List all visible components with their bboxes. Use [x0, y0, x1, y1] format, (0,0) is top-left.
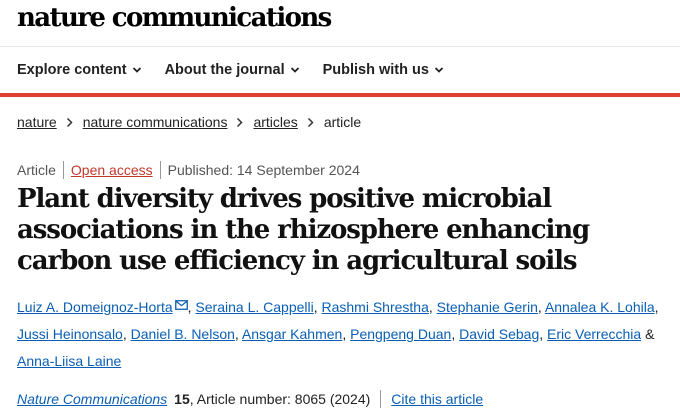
- article-type: Article: [17, 162, 56, 178]
- breadcrumb-current: article: [323, 114, 362, 130]
- meta-divider: [62, 161, 64, 179]
- nav-item-label: Explore content: [17, 62, 127, 78]
- author-link[interactable]: Eric Verrecchia: [547, 326, 641, 342]
- author-link[interactable]: Daniel B. Nelson: [131, 326, 235, 342]
- chevron-right-icon: [66, 117, 73, 127]
- published-date: Published: 14 September 2024: [167, 162, 360, 178]
- chevron-down-icon: [434, 67, 444, 73]
- author-link[interactable]: Annalea K. Lohila: [545, 299, 655, 315]
- author-list: Luiz A. Domeignoz-Horta, Seraina L. Capp…: [17, 299, 659, 369]
- article-title: Plant diversity drives positive microbia…: [17, 184, 590, 276]
- author-link[interactable]: Seraina L. Cappelli: [195, 299, 313, 315]
- author-link[interactable]: Ansgar Kahmen: [242, 326, 342, 342]
- chevron-right-icon: [307, 117, 314, 127]
- header-divider: [0, 46, 680, 47]
- open-access-link[interactable]: Open access: [71, 162, 153, 178]
- article-meta: Article Open access Published: 14 Septem…: [17, 161, 360, 179]
- main-nav: Explore content About the journal Publis…: [17, 59, 444, 81]
- meta-divider: [159, 161, 161, 179]
- author-link[interactable]: Anna-Liisa Laine: [17, 353, 121, 369]
- author-link[interactable]: Jussi Heinonsalo: [17, 326, 123, 342]
- email-icon[interactable]: [174, 300, 188, 310]
- author-link[interactable]: Luiz A. Domeignoz-Horta: [17, 299, 173, 315]
- volume-number: 15: [174, 391, 190, 407]
- site-header: nature communications: [0, 0, 680, 46]
- nav-explore-content[interactable]: Explore content: [17, 59, 142, 81]
- nav-item-label: Publish with us: [322, 62, 429, 78]
- article-number: , Article number: 8065 (2024): [189, 391, 371, 407]
- chevron-right-icon: [237, 117, 244, 127]
- nav-item-label: About the journal: [164, 62, 285, 78]
- breadcrumb-nature-communications[interactable]: nature communications: [83, 114, 228, 130]
- author-link[interactable]: David Sebag: [459, 326, 539, 342]
- citation-line: Nature Communications 15 , Article numbe…: [17, 390, 483, 408]
- breadcrumb-articles[interactable]: articles: [253, 114, 297, 130]
- nav-publish-with-us[interactable]: Publish with us: [323, 59, 444, 81]
- citation-divider: [380, 390, 382, 408]
- breadcrumb: nature nature communications articles ar…: [17, 114, 361, 130]
- breadcrumb-nature[interactable]: nature: [17, 114, 57, 130]
- chevron-down-icon: [132, 67, 141, 73]
- journal-link[interactable]: Nature Communications: [17, 391, 167, 407]
- nav-about-journal[interactable]: About the journal: [165, 59, 300, 81]
- accent-bar: [0, 93, 680, 97]
- author-link[interactable]: Stephanie Gerin: [437, 299, 538, 315]
- chevron-down-icon: [290, 67, 299, 73]
- journal-logo[interactable]: nature communications: [17, 3, 332, 33]
- author-link[interactable]: Rashmi Shrestha: [322, 299, 429, 315]
- author-link[interactable]: Pengpeng Duan: [350, 326, 451, 342]
- cite-this-article-link[interactable]: Cite this article: [391, 391, 483, 407]
